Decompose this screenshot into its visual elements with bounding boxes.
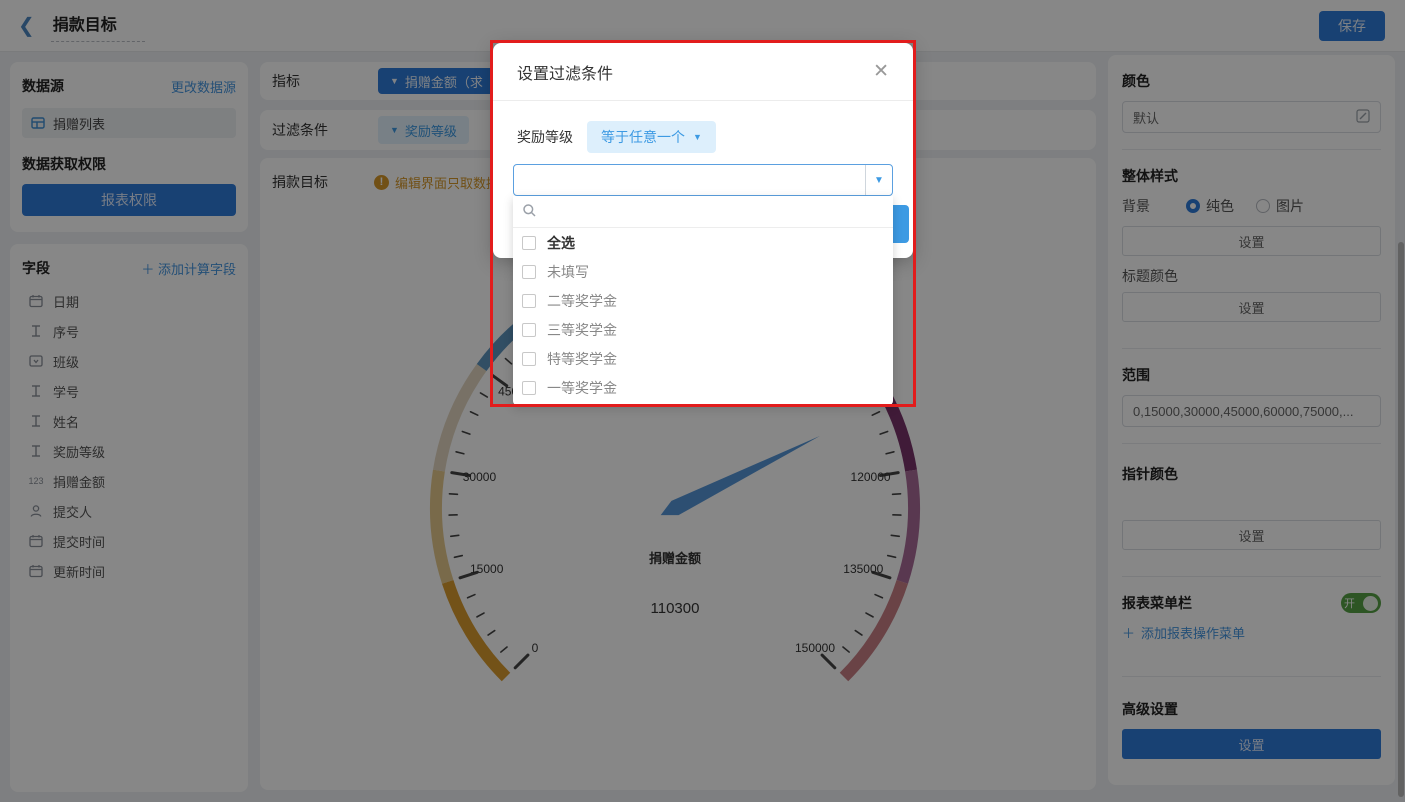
- checkbox[interactable]: [522, 381, 536, 395]
- checkbox[interactable]: [522, 265, 536, 279]
- value-select-input[interactable]: ▼: [513, 164, 893, 196]
- checkbox[interactable]: [522, 323, 536, 337]
- dropdown-option[interactable]: 未填写: [513, 257, 893, 286]
- close-icon[interactable]: ✕: [873, 60, 889, 83]
- option-search-input[interactable]: [513, 196, 893, 228]
- dropdown-option[interactable]: 全选: [513, 228, 893, 257]
- operator-dropdown[interactable]: 等于任意一个 ▼: [587, 121, 716, 153]
- option-list: 全选未填写二等奖学金三等奖学金特等奖学金一等奖学金: [513, 228, 893, 402]
- dropdown-option[interactable]: 特等奖学金: [513, 344, 893, 373]
- dropdown-option[interactable]: 三等奖学金: [513, 315, 893, 344]
- checkbox[interactable]: [522, 352, 536, 366]
- modal-field-label: 奖励等级: [517, 127, 573, 147]
- select-caret-zone[interactable]: ▼: [865, 165, 892, 195]
- dropdown-option[interactable]: 二等奖学金: [513, 286, 893, 315]
- caret-down-icon: ▼: [874, 175, 884, 186]
- value-dropdown-panel: 全选未填写二等奖学金三等奖学金特等奖学金一等奖学金: [513, 196, 893, 405]
- modal-title: 设置过滤条件: [517, 60, 613, 84]
- checkbox[interactable]: [522, 236, 536, 250]
- search-icon: [522, 203, 537, 221]
- caret-down-icon: ▼: [693, 132, 702, 142]
- checkbox[interactable]: [522, 294, 536, 308]
- dropdown-option[interactable]: 一等奖学金: [513, 373, 893, 402]
